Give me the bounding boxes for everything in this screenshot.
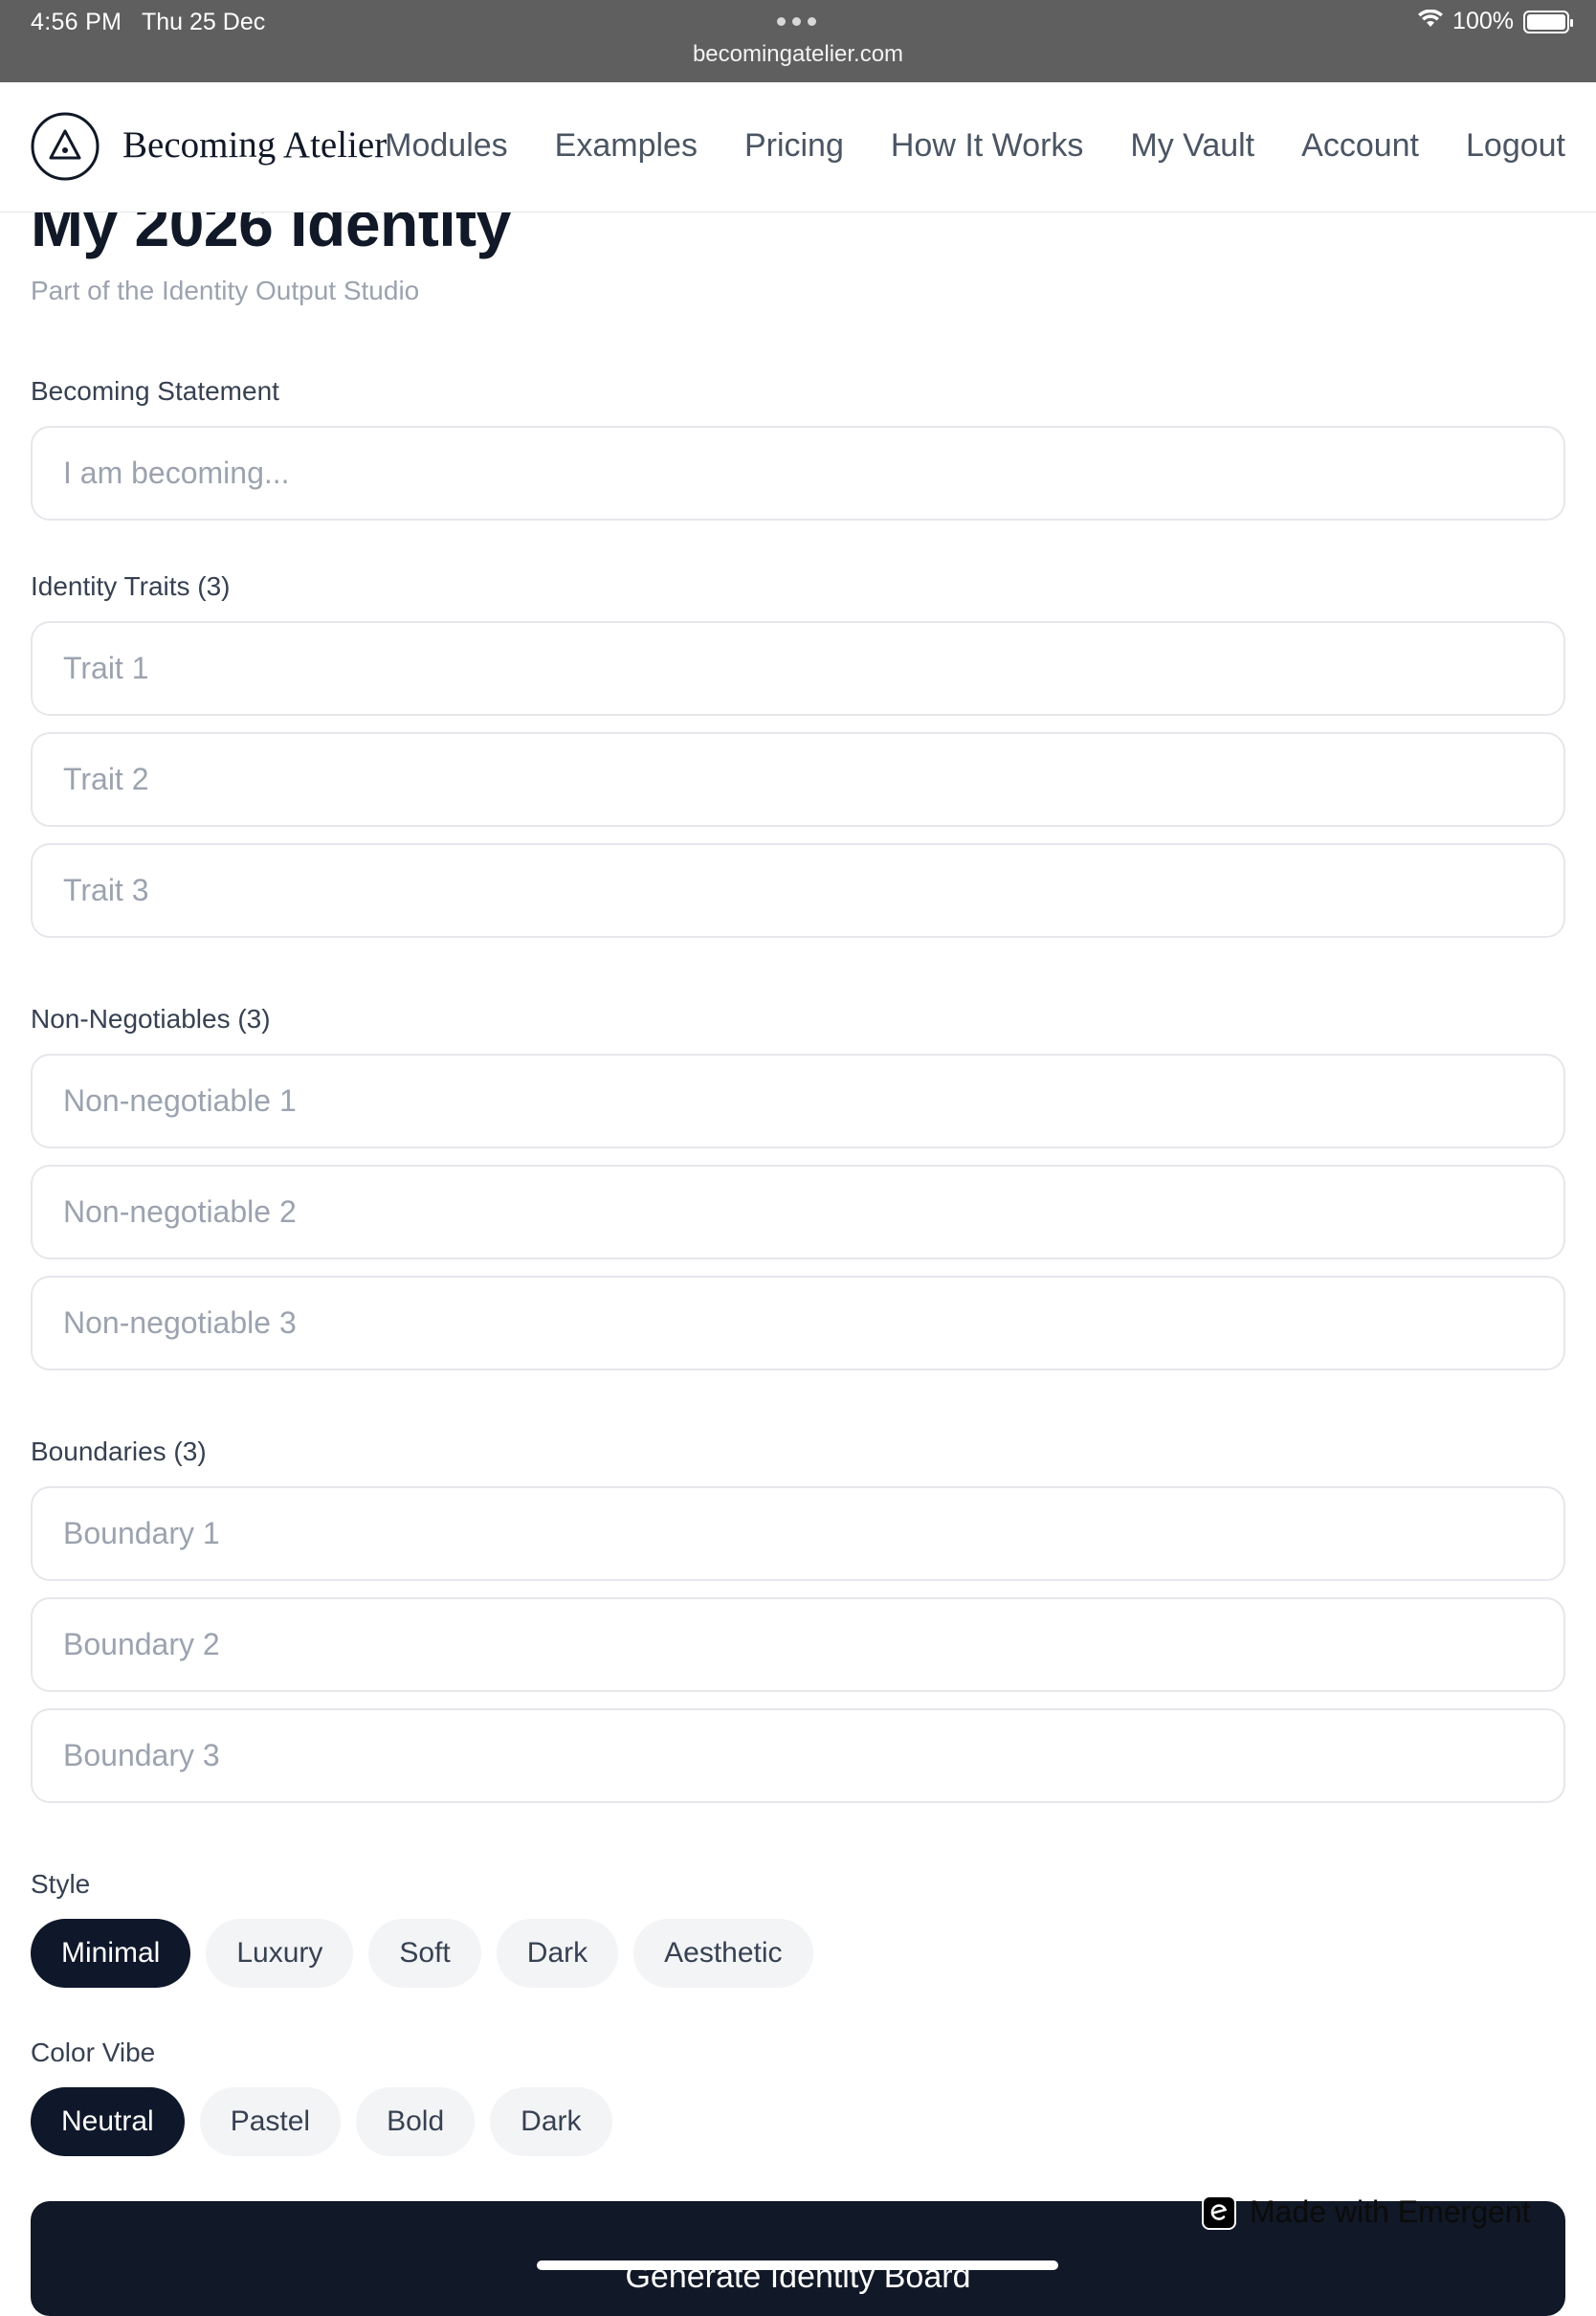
battery-icon (1523, 10, 1573, 33)
color-option-pastel[interactable]: Pastel (199, 2087, 342, 2156)
nav-account[interactable]: Account (1301, 127, 1419, 165)
nav-pricing[interactable]: Pricing (744, 127, 844, 165)
site-header: Becoming Atelier Modules Examples Pricin… (0, 82, 1596, 212)
identity-traits-label: Identity Traits (3) (31, 571, 231, 601)
nav-logout[interactable]: Logout (1466, 127, 1565, 165)
color-vibe-label: Color Vibe (31, 2038, 156, 2067)
boundary-3-input[interactable] (31, 1708, 1565, 1803)
trait-3-input[interactable] (31, 843, 1565, 938)
boundary-2-input[interactable] (31, 1597, 1565, 1692)
style-options: Minimal Luxury Soft Dark Aesthetic (31, 1919, 813, 1988)
boundaries-label: Boundaries (3) (31, 1436, 207, 1466)
nav-my-vault[interactable]: My Vault (1130, 127, 1254, 165)
nav-modules[interactable]: Modules (385, 127, 508, 165)
status-indicators: 100% (1418, 8, 1573, 35)
page-subtitle: Part of the Identity Output Studio (31, 276, 420, 305)
color-option-dark[interactable]: Dark (490, 2087, 612, 2156)
non-negotiable-3-input[interactable] (31, 1276, 1565, 1370)
status-time: 4:56 PM (31, 9, 122, 35)
address-bar-url[interactable]: becomingatelier.com (0, 41, 1596, 68)
style-label: Style (31, 1869, 91, 1899)
style-option-soft[interactable]: Soft (368, 1919, 481, 1988)
becoming-statement-input[interactable] (31, 426, 1565, 521)
nav-how-it-works[interactable]: How It Works (891, 127, 1084, 165)
brand-name[interactable]: Becoming Atelier (122, 123, 387, 167)
battery-percent: 100% (1452, 8, 1514, 34)
nav-examples[interactable]: Examples (555, 127, 698, 165)
non-negotiable-2-input[interactable] (31, 1165, 1565, 1259)
color-option-neutral[interactable]: Neutral (31, 2087, 185, 2156)
trait-1-input[interactable] (31, 621, 1565, 716)
style-option-aesthetic[interactable]: Aesthetic (633, 1919, 813, 1988)
made-with-emergent-badge[interactable]: Made with Emergent (1202, 2194, 1530, 2230)
boundary-1-input[interactable] (31, 1486, 1565, 1581)
color-option-bold[interactable]: Bold (356, 2087, 476, 2156)
non-negotiable-1-input[interactable] (31, 1054, 1565, 1148)
emergent-logo-icon (1202, 2194, 1236, 2230)
logo-triangle-icon[interactable] (31, 112, 100, 181)
more-dots-icon[interactable] (777, 17, 816, 26)
trait-2-input[interactable] (31, 732, 1565, 827)
main-nav: Modules Examples Pricing How It Works My… (385, 127, 1565, 165)
non-negotiables-label: Non-Negotiables (3) (31, 1004, 271, 1034)
style-option-dark[interactable]: Dark (496, 1919, 619, 1988)
color-vibe-options: Neutral Pastel Bold Dark (31, 2087, 612, 2156)
style-option-luxury[interactable]: Luxury (206, 1919, 354, 1988)
wifi-icon (1418, 8, 1444, 35)
made-with-emergent-label: Made with Emergent (1250, 2194, 1531, 2229)
becoming-statement-label: Becoming Statement (31, 376, 279, 406)
status-date: Thu 25 Dec (142, 9, 266, 35)
status-bar: 4:56 PM Thu 25 Dec becomingatelier.com 1… (0, 0, 1596, 82)
home-indicator[interactable] (537, 2260, 1058, 2270)
style-option-minimal[interactable]: Minimal (31, 1919, 191, 1988)
